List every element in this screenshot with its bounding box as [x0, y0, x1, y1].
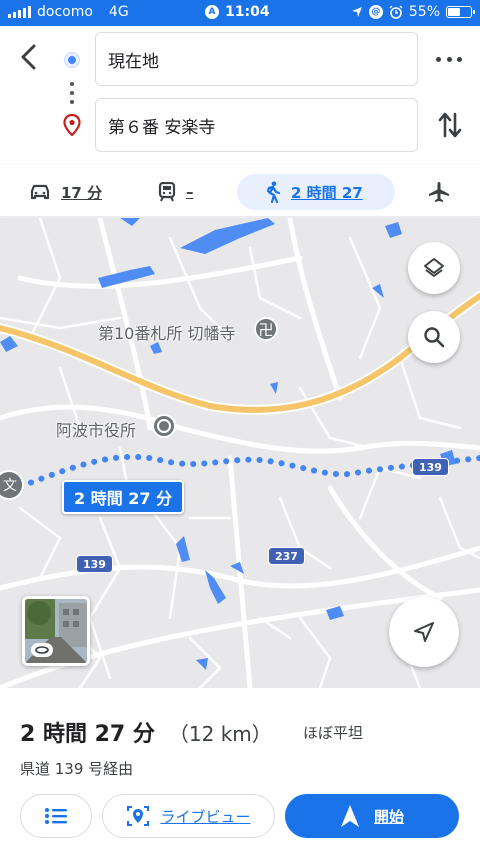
destination-field[interactable]: 第６番 安楽寺: [95, 98, 418, 152]
street-view-thumbnail[interactable]: [22, 596, 90, 666]
signal-icon: [8, 6, 31, 18]
route-139-shield: 139: [412, 458, 449, 476]
search-icon: [424, 327, 445, 348]
travel-mode-bar: 17 分 – 2 時間 27: [0, 165, 480, 217]
car-icon: [30, 184, 50, 200]
my-location-button[interactable]: [389, 597, 459, 667]
walk-icon: [266, 181, 281, 203]
mode-car-tab[interactable]: 17 分: [29, 174, 102, 210]
route-summary-sheet[interactable]: 2 時間 27 分 （12 km） ほぼ平坦 県道 139 号経由 ライブビュー…: [0, 688, 480, 855]
live-view-label: ライブビュー: [160, 807, 251, 826]
route-237-shield: 237: [268, 547, 305, 565]
alarm-icon: [389, 5, 403, 19]
list-icon: [45, 808, 67, 824]
origin-marker-icon: [65, 53, 79, 67]
layers-button[interactable]: [408, 242, 460, 294]
mode-walk-tab[interactable]: 2 時間 27: [237, 174, 395, 210]
route-duration-label[interactable]: 2 時間 27 分: [62, 480, 185, 514]
battery-percent: 55%: [408, 4, 440, 20]
live-view-button[interactable]: ライブビュー: [102, 794, 275, 838]
mode-transit-tab[interactable]: –: [158, 174, 194, 210]
route-distance: （12 km）: [168, 722, 272, 746]
back-button[interactable]: [14, 42, 44, 72]
live-view-icon: [127, 806, 150, 826]
airplane-icon: [429, 182, 449, 202]
clock: 11:04: [225, 4, 270, 20]
destination-pin-icon: [63, 114, 81, 136]
origin-field[interactable]: 現在地: [95, 32, 418, 86]
directions-header: 現在地 第６番 安楽寺: [0, 26, 480, 160]
more-options-button[interactable]: [436, 52, 462, 66]
city-office-label[interactable]: 阿波市役所: [56, 417, 136, 441]
app-store-icon: A: [205, 5, 219, 19]
layers-icon: [424, 258, 444, 277]
status-bar: docomo 4G A 11:04 @ 55%: [0, 0, 480, 26]
terrain-description: ほぼ平坦: [303, 724, 364, 742]
walk-duration: 2 時間 27: [291, 183, 363, 202]
route-duration: 2 時間 27 分: [20, 722, 155, 747]
navigation-start-icon: [340, 805, 359, 827]
car-duration: 17 分: [61, 183, 103, 202]
train-icon: [158, 182, 176, 202]
street-view-360-icon: [31, 643, 53, 657]
mode-flight-tab[interactable]: [428, 174, 450, 210]
network-type: 4G: [108, 4, 129, 20]
route-connector-icon: [70, 82, 74, 104]
temple-icon[interactable]: 卍: [254, 317, 278, 341]
steps-list-button[interactable]: [20, 794, 92, 838]
route-139-shield: 139: [76, 555, 113, 573]
back-arrow-icon: [21, 44, 36, 70]
start-navigation-button[interactable]: 開始: [285, 794, 459, 838]
route-via: 県道 139 号経由: [20, 760, 134, 778]
carrier-name: docomo: [37, 4, 93, 20]
transit-duration: –: [186, 183, 194, 201]
government-office-icon[interactable]: [152, 414, 176, 438]
location-arrow-icon: [351, 7, 362, 17]
search-along-route-button[interactable]: [408, 311, 460, 363]
battery-icon: [446, 6, 475, 18]
orientation-lock-icon: @: [368, 5, 383, 19]
swap-directions-button[interactable]: [436, 110, 464, 140]
navigation-arrow-icon: [414, 622, 434, 642]
map-view[interactable]: 第10番札所 切幡寺 卍 阿波市役所 文 139 139 237 2 時間 27…: [0, 218, 480, 688]
temple-label[interactable]: 第10番札所 切幡寺: [98, 320, 235, 344]
start-label: 開始: [373, 807, 404, 826]
